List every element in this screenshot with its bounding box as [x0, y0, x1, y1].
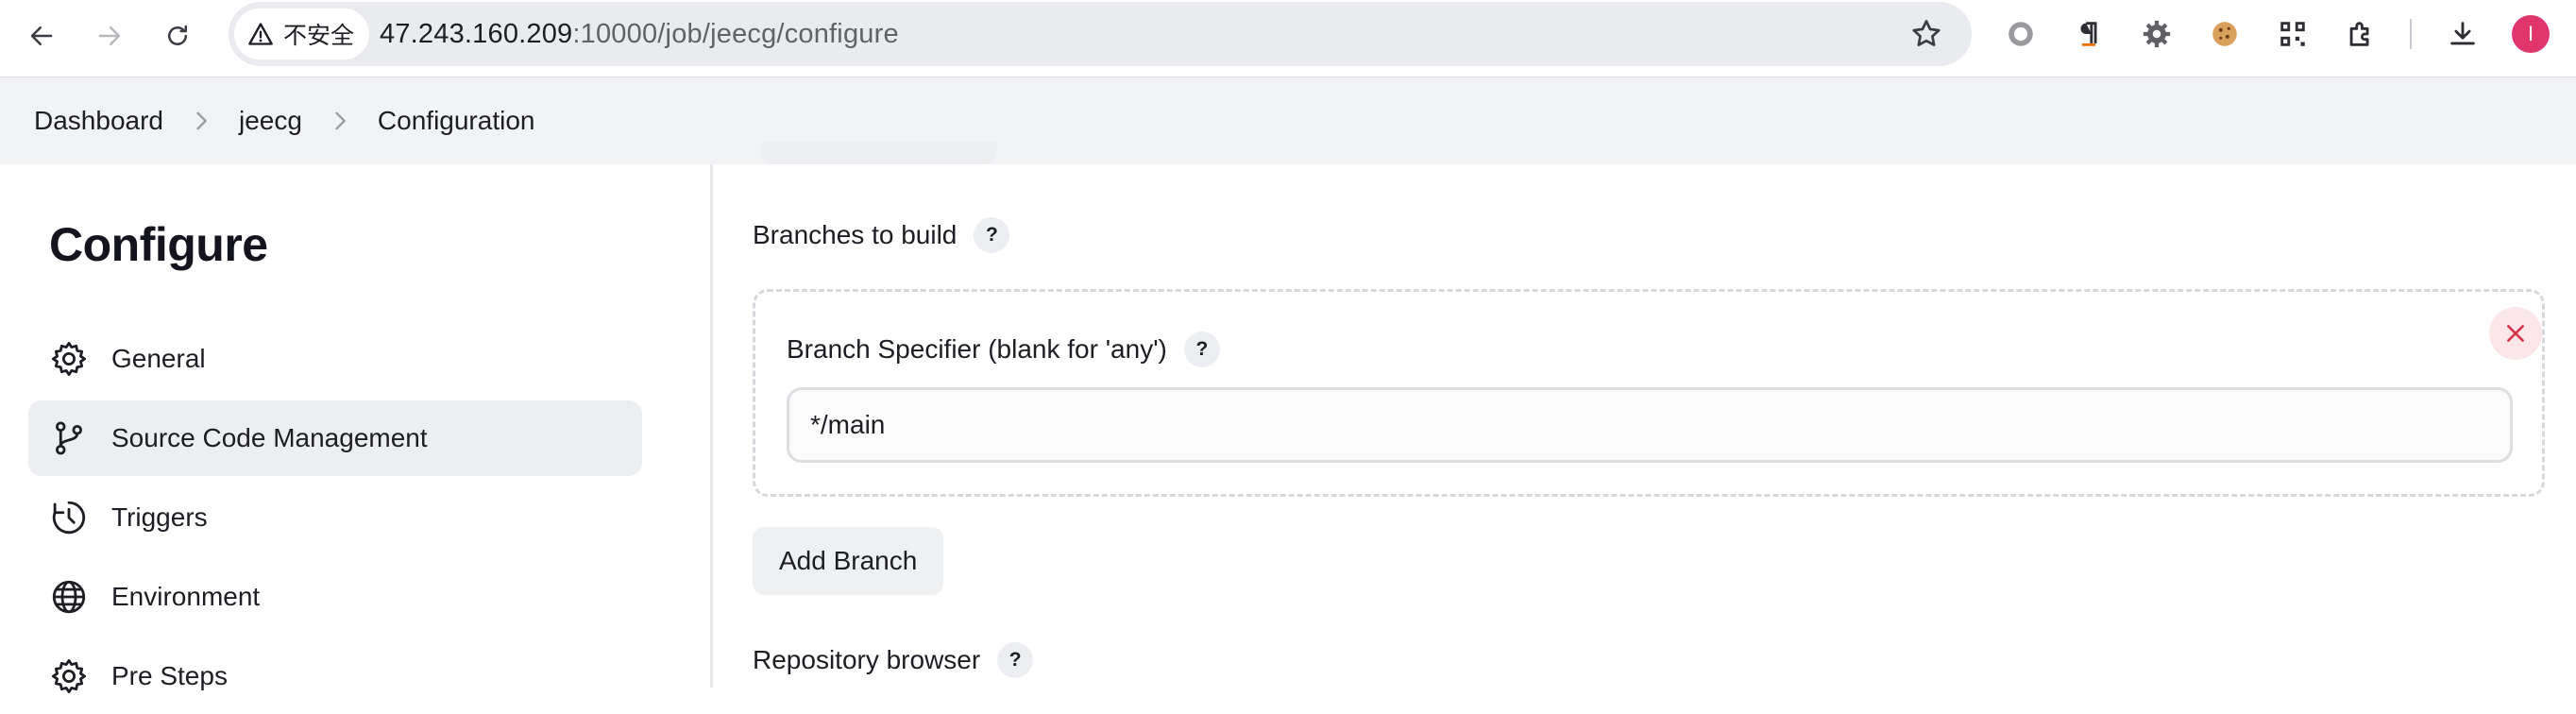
remove-branch-button[interactable] [2489, 307, 2542, 360]
sidebar-item-label: Pre Steps [111, 661, 228, 690]
arrow-right-icon [98, 26, 121, 45]
help-icon[interactable]: ? [974, 217, 1010, 253]
sidebar-item-triggers[interactable]: Triggers [28, 480, 642, 555]
url-path: :10000/job/jeecg/configure [572, 19, 899, 49]
cog-icon [2143, 20, 2171, 48]
forward-button[interactable] [87, 13, 132, 59]
sidebar-item-source-code-management[interactable]: Source Code Management [28, 400, 642, 476]
extension-cookie-button[interactable] [2204, 13, 2246, 55]
back-button[interactable] [19, 13, 64, 59]
branches-to-build-label: Branches to build ? [753, 217, 1010, 253]
sidebar-item-pre-steps[interactable]: Pre Steps [28, 638, 642, 714]
url-text[interactable]: 47.243.160.209:10000/job/jeecg/configure [380, 2, 899, 66]
breadcrumb-jeecg[interactable]: jeecg [239, 106, 302, 136]
pilcrow-icon [2080, 22, 2097, 46]
record-circle-icon [2008, 22, 2033, 46]
breadcrumb-configuration[interactable]: Configuration [378, 106, 535, 136]
branch-specifier-input[interactable] [787, 387, 2513, 463]
puzzle-icon [2349, 22, 2369, 46]
branch-specifier-label: Branch Specifier (blank for 'any') ? [787, 332, 1220, 367]
repository-browser-text: Repository browser [753, 645, 981, 674]
chevron-right-icon [196, 111, 207, 130]
sidebar-item-label: Source Code Management [111, 423, 428, 452]
breadcrumb-dashboard[interactable]: Dashboard [34, 106, 163, 136]
cookie-icon [2212, 22, 2237, 46]
extension-qrcode-button[interactable] [2272, 13, 2313, 55]
extensions-menu-button[interactable] [2340, 13, 2381, 55]
git-branch-icon [56, 421, 83, 455]
page-title: Configure [49, 218, 268, 271]
qrcode-icon [2280, 22, 2305, 46]
breadcrumb: Dashboard jeecg Configuration [0, 77, 2576, 164]
sidebar-item-label: Environment [111, 582, 261, 611]
security-label: 不安全 [283, 23, 355, 49]
add-branch-button[interactable]: Add Branch [753, 527, 944, 595]
gear-icon [51, 658, 87, 694]
scrolled-button-edge [761, 142, 997, 164]
reload-button[interactable] [155, 13, 200, 59]
arrow-left-icon [30, 26, 53, 45]
extension-record-button[interactable] [2000, 13, 2042, 55]
clock-icon [52, 501, 86, 535]
sidebar-item-general[interactable]: General [28, 321, 642, 397]
close-icon [2507, 325, 2524, 342]
toolbar-divider [2410, 19, 2412, 49]
address-bar[interactable]: 不安全 47.243.160.209:10000/job/jeecg/confi… [229, 2, 1972, 66]
extension-gear-button[interactable] [2136, 13, 2178, 55]
extension-paragraph-button[interactable] [2068, 13, 2110, 55]
sidebar-item-environment[interactable]: Environment [28, 559, 642, 635]
download-icon [2450, 22, 2475, 45]
bookmark-star-icon[interactable] [1909, 17, 1943, 51]
sidebar: Configure General Source Code Management… [0, 164, 710, 694]
globe-icon [52, 580, 86, 614]
url-host: 47.243.160.209 [380, 19, 573, 49]
branches-to-build-text: Branches to build [753, 220, 958, 249]
warning-triangle-icon [248, 23, 273, 45]
profile-avatar[interactable]: I [2512, 15, 2550, 53]
help-icon[interactable]: ? [997, 642, 1034, 678]
downloads-button[interactable] [2442, 13, 2483, 55]
reload-icon [168, 25, 187, 45]
help-icon[interactable]: ? [1183, 332, 1220, 367]
main-content: Branches to build ? Branch Specifier (bl… [713, 164, 2576, 688]
gear-icon [51, 341, 87, 377]
browser-toolbar: 不安全 47.243.160.209:10000/job/jeecg/confi… [0, 0, 2576, 77]
branch-specifier-text: Branch Specifier (blank for 'any') [787, 334, 1167, 364]
security-indicator[interactable]: 不安全 [234, 8, 370, 60]
repository-browser-label: Repository browser ? [753, 642, 1034, 678]
sidebar-item-label: General [111, 344, 206, 373]
chevron-right-icon [335, 111, 346, 130]
sidebar-item-label: Triggers [111, 502, 208, 532]
